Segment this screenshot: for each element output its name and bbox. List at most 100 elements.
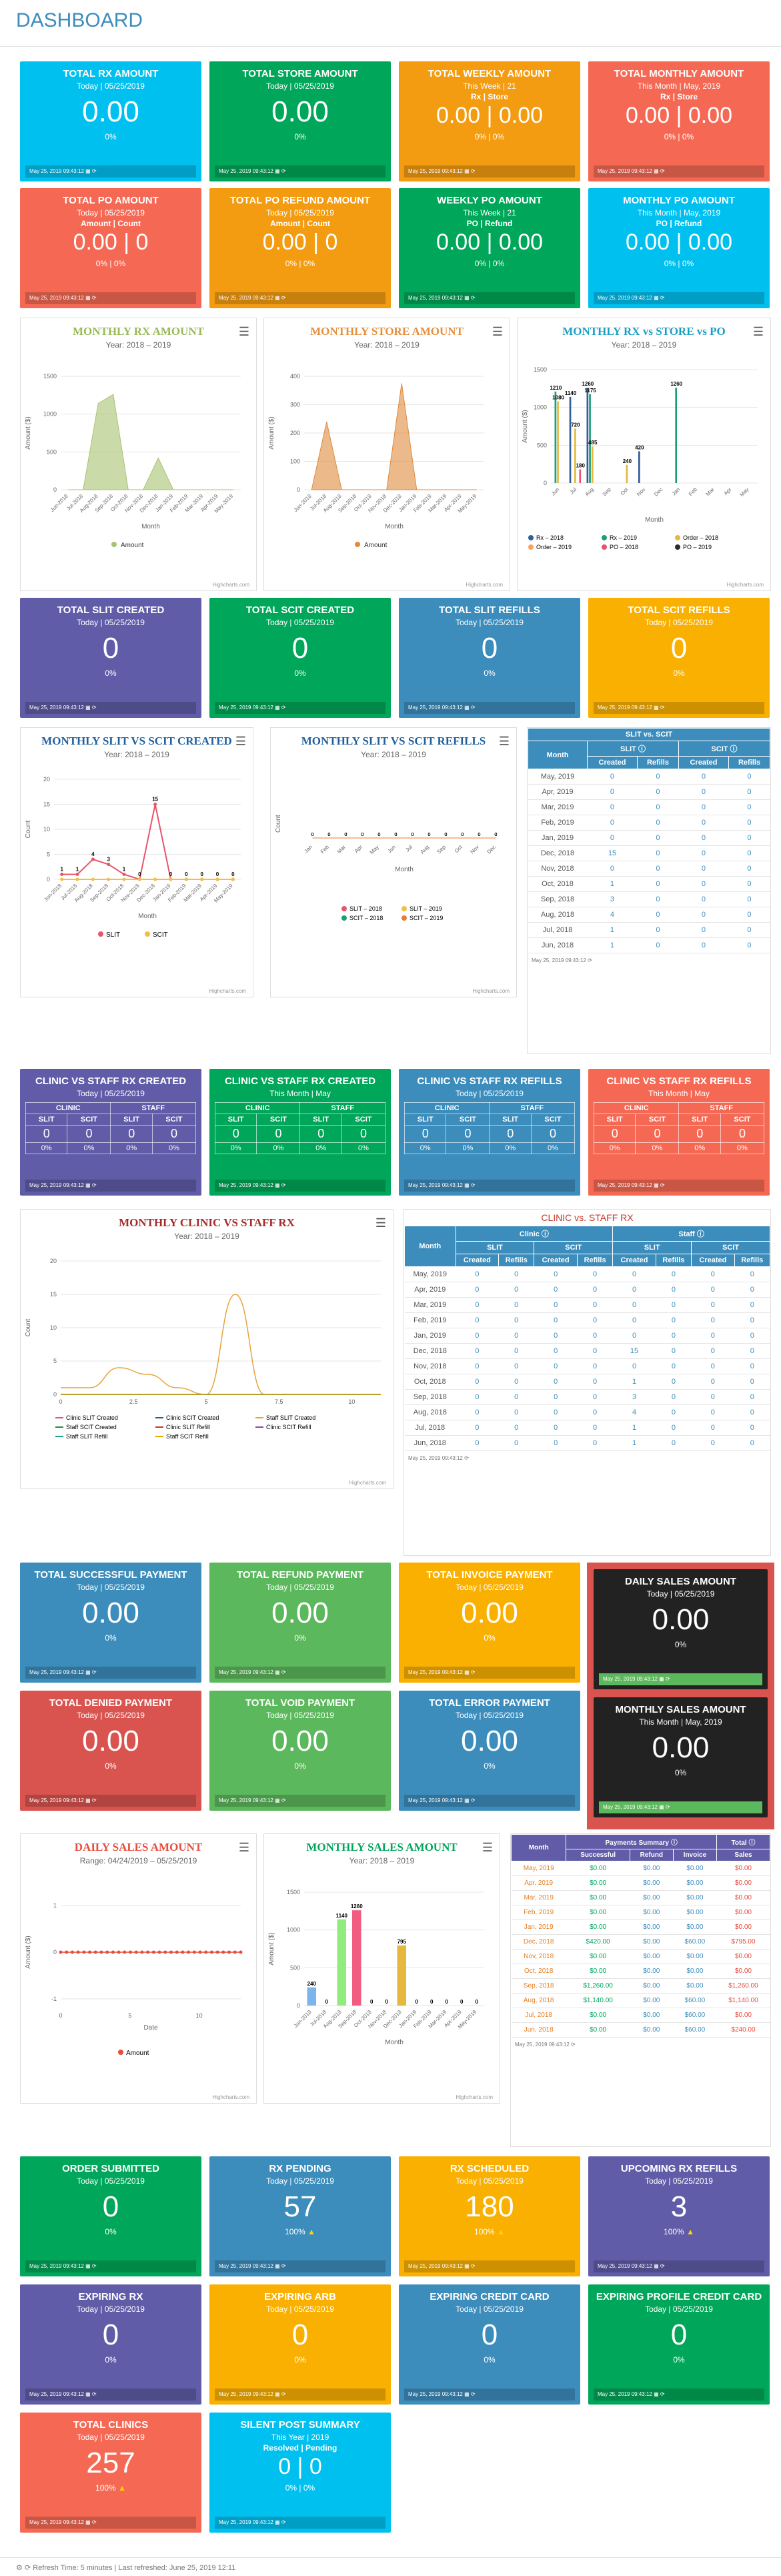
refresh-icon[interactable]: ⟳ xyxy=(659,2263,665,2269)
refresh-icon[interactable]: ⟳ xyxy=(91,1797,97,1803)
chart-title: MONTHLY SALES AMOUNT xyxy=(306,1841,458,1853)
refresh-icon[interactable]: ⟳ xyxy=(470,1669,476,1675)
refresh-icon[interactable]: ⟳ xyxy=(91,2263,97,2269)
refresh-icon[interactable]: ⟳ xyxy=(464,1455,469,1461)
cell-value: $420.00 xyxy=(566,1934,630,1950)
refresh-icon[interactable]: ⟳ xyxy=(91,295,97,301)
table-icon[interactable]: ▦ xyxy=(273,168,280,174)
refresh-icon[interactable]: ⟳ xyxy=(91,1669,97,1675)
table-icon[interactable]: ▦ xyxy=(463,2391,470,2397)
refresh-icon[interactable]: ⟳ xyxy=(664,1676,670,1682)
refresh-icon[interactable]: ⟳ xyxy=(659,705,665,711)
table-icon[interactable]: ▦ xyxy=(463,2263,470,2269)
refresh-icon[interactable]: ⟳ xyxy=(470,295,476,301)
chart-menu-icon[interactable]: ☰ xyxy=(499,735,510,749)
tile-footer: May 25, 2019 09:43:12 ▦ ⟳ xyxy=(215,2389,385,2401)
refresh-icon[interactable]: ⟳ xyxy=(280,1669,286,1675)
table-icon[interactable]: ▦ xyxy=(652,2391,659,2397)
info-icon[interactable]: ⓘ xyxy=(671,1839,678,1847)
chart-menu-icon[interactable]: ☰ xyxy=(375,1216,386,1230)
info-icon[interactable]: ⓘ xyxy=(697,1230,704,1238)
chart-menu-icon[interactable]: ☰ xyxy=(753,325,764,339)
refresh-icon[interactable]: ⟳ xyxy=(470,2391,476,2397)
refresh-icon[interactable]: ⟳ xyxy=(91,2391,97,2397)
table-icon[interactable]: ▦ xyxy=(84,295,91,301)
table-icon[interactable]: ▦ xyxy=(84,1669,91,1675)
refresh-icon[interactable]: ⟳ xyxy=(659,2391,665,2397)
table-icon[interactable]: ▦ xyxy=(652,2263,659,2269)
data-point xyxy=(123,1950,127,1954)
refresh-icon[interactable]: ⟳ xyxy=(470,168,476,174)
refresh-icon[interactable]: ⟳ xyxy=(470,2263,476,2269)
refresh-icon[interactable]: ⟳ xyxy=(91,1182,97,1188)
table-icon[interactable]: ▦ xyxy=(84,2391,91,2397)
data-label: 795 xyxy=(398,1939,407,1945)
table-icon[interactable]: ▦ xyxy=(652,1182,659,1188)
table-icon[interactable]: ▦ xyxy=(658,1804,664,1810)
refresh-icon[interactable]: ⟳ xyxy=(280,2391,286,2397)
x-tick-label: Jan xyxy=(303,844,313,854)
cell-month: Jun, 2018 xyxy=(511,2022,566,2038)
refresh-icon[interactable]: ⟳ xyxy=(470,705,476,711)
table-icon[interactable]: ▦ xyxy=(273,1669,280,1675)
table-icon[interactable]: ▦ xyxy=(463,1797,470,1803)
table-icon[interactable]: ▦ xyxy=(463,1182,470,1188)
table-icon[interactable]: ▦ xyxy=(273,2519,280,2525)
info-icon[interactable]: ⓘ xyxy=(748,1839,755,1847)
table-icon[interactable]: ▦ xyxy=(273,2263,280,2269)
refresh-icon[interactable]: ⟳ xyxy=(91,2519,97,2525)
refresh-icon[interactable]: ⟳ xyxy=(470,1797,476,1803)
refresh-icon[interactable]: ⟳ xyxy=(588,957,592,963)
x-tick-label: 0 xyxy=(59,2012,62,2019)
table-icon[interactable]: ▦ xyxy=(463,705,470,711)
table-icon[interactable]: ▦ xyxy=(658,1676,664,1682)
refresh-icon[interactable]: ⟳ xyxy=(280,168,286,174)
y-axis-label: Amount ($) xyxy=(25,1936,32,1968)
table-icon[interactable]: ▦ xyxy=(652,705,659,711)
refresh-icon[interactable]: ⟳ xyxy=(280,705,286,711)
table-icon[interactable]: ▦ xyxy=(84,1182,91,1188)
table-icon[interactable]: ▦ xyxy=(273,705,280,711)
data-label: 0 xyxy=(446,1999,449,2005)
info-icon[interactable]: ⓘ xyxy=(542,1230,549,1238)
table-icon[interactable]: ▦ xyxy=(463,1669,470,1675)
y-tick-label: 0 xyxy=(297,2002,300,2009)
chart-menu-icon[interactable]: ☰ xyxy=(482,1841,493,1855)
chart-menu-icon[interactable]: ☰ xyxy=(239,1841,249,1855)
table-icon[interactable]: ▦ xyxy=(84,168,91,174)
table-icon[interactable]: ▦ xyxy=(273,1797,280,1803)
table-icon[interactable]: ▦ xyxy=(273,2391,280,2397)
refresh-icon[interactable]: ⟳ xyxy=(280,1182,286,1188)
settings-icon[interactable]: ⚙ xyxy=(16,2564,23,2572)
refresh-icon[interactable]: ⟳ xyxy=(280,2519,286,2525)
refresh-icon[interactable]: ⟳ xyxy=(25,2564,31,2572)
info-icon[interactable]: ⓘ xyxy=(638,745,646,753)
refresh-icon[interactable]: ⟳ xyxy=(91,168,97,174)
refresh-icon[interactable]: ⟳ xyxy=(280,2263,286,2269)
table-icon[interactable]: ▦ xyxy=(273,295,280,301)
table-icon[interactable]: ▦ xyxy=(463,168,470,174)
refresh-icon[interactable]: ⟳ xyxy=(280,295,286,301)
refresh-icon[interactable]: ⟳ xyxy=(659,168,665,174)
refresh-icon[interactable]: ⟳ xyxy=(280,1797,286,1803)
table-icon[interactable]: ▦ xyxy=(273,1182,280,1188)
table-icon[interactable]: ▦ xyxy=(463,295,470,301)
refresh-icon[interactable]: ⟳ xyxy=(91,705,97,711)
refresh-icon[interactable]: ⟳ xyxy=(470,1182,476,1188)
data-point xyxy=(169,877,173,881)
table-icon[interactable]: ▦ xyxy=(652,168,659,174)
refresh-icon[interactable]: ⟳ xyxy=(571,2042,576,2048)
table-icon[interactable]: ▦ xyxy=(84,2263,91,2269)
refresh-icon[interactable]: ⟳ xyxy=(659,1182,665,1188)
table-icon[interactable]: ▦ xyxy=(652,295,659,301)
chart-menu-icon[interactable]: ☰ xyxy=(235,735,246,749)
table-icon[interactable]: ▦ xyxy=(84,705,91,711)
chart-menu-icon[interactable]: ☰ xyxy=(239,325,249,339)
info-icon[interactable]: ⓘ xyxy=(730,745,738,753)
refresh-icon[interactable]: ⟳ xyxy=(664,1804,670,1810)
table-icon[interactable]: ▦ xyxy=(84,2519,91,2525)
refresh-icon[interactable]: ⟳ xyxy=(659,295,665,301)
cell-month: Jan, 2019 xyxy=(511,1919,566,1935)
chart-menu-icon[interactable]: ☰ xyxy=(492,325,503,339)
table-icon[interactable]: ▦ xyxy=(84,1797,91,1803)
